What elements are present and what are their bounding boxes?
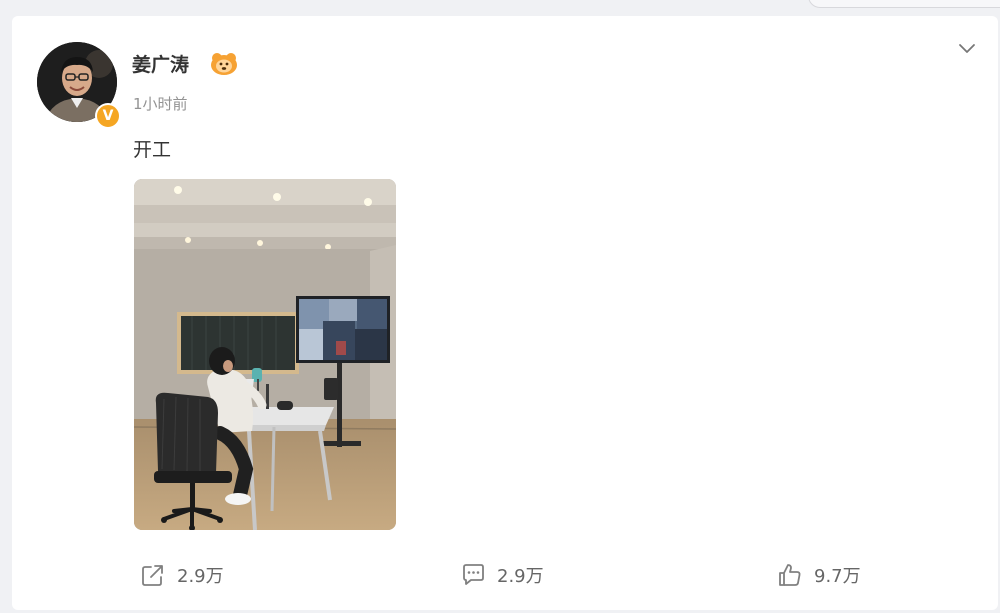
share-icon bbox=[142, 565, 163, 586]
chevron-down-icon[interactable] bbox=[957, 38, 977, 58]
thumbs-up-icon bbox=[779, 564, 801, 586]
like-count: 9.7万 bbox=[814, 566, 861, 587]
vip-member-icon[interactable] bbox=[209, 52, 239, 76]
verified-badge: V bbox=[95, 103, 121, 129]
comment-count: 2.9万 bbox=[497, 566, 544, 587]
repost-button[interactable]: 2.9万 bbox=[140, 558, 224, 592]
comment-button[interactable]: 2.9万 bbox=[460, 558, 544, 592]
post-image[interactable] bbox=[134, 179, 396, 530]
comment-icon bbox=[463, 564, 484, 585]
username[interactable]: 姜广涛 bbox=[132, 50, 189, 77]
post-actions-bar: 2.9万 2.9万 9.7万 bbox=[12, 558, 998, 592]
post-time[interactable]: 1小时前 bbox=[133, 93, 188, 114]
post-card: V 姜广涛 1小时前 开工 2.9万 2.9万 9.7万 bbox=[12, 16, 998, 610]
repost-count: 2.9万 bbox=[177, 566, 224, 587]
like-button[interactable]: 9.7万 bbox=[777, 558, 861, 592]
post-text: 开工 bbox=[133, 139, 172, 161]
top-search-bar-edge bbox=[808, 0, 1000, 8]
